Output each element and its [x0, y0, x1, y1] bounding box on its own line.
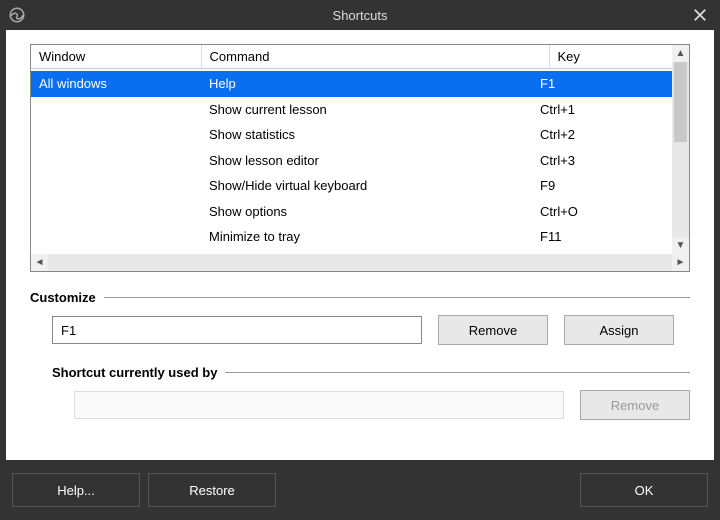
remove-used-by-button: Remove — [580, 390, 690, 420]
cell-window — [31, 224, 201, 250]
column-header-window[interactable]: Window — [31, 45, 201, 69]
cell-window — [31, 97, 201, 123]
titlebar: Shortcuts — [0, 0, 720, 30]
cell-command: Show/Hide virtual keyboard — [201, 173, 532, 199]
dialog-content: Window Command Key All windowsHelpF1Show… — [6, 30, 714, 460]
cell-key: Ctrl+1 — [532, 97, 672, 123]
cell-window — [31, 173, 201, 199]
help-button[interactable]: Help... — [12, 473, 140, 507]
used-by-label: Shortcut currently used by — [52, 365, 690, 380]
horizontal-scrollbar[interactable]: ◄ ► — [31, 254, 689, 271]
table-row[interactable]: All windowsHelpF1 — [31, 71, 689, 97]
vertical-scrollbar[interactable]: ▲ ▼ — [672, 45, 689, 254]
ok-button[interactable]: OK — [580, 473, 708, 507]
table-row[interactable]: Minimize to trayF11 — [31, 224, 689, 250]
shortcut-input[interactable] — [52, 316, 422, 344]
assign-shortcut-button[interactable]: Assign — [564, 315, 674, 345]
cell-window — [31, 122, 201, 148]
close-icon[interactable] — [690, 5, 710, 25]
column-header-key[interactable]: Key — [549, 45, 689, 69]
cell-command: Minimize to tray — [201, 224, 532, 250]
scroll-thumb[interactable] — [674, 62, 687, 142]
table-row[interactable]: Show optionsCtrl+O — [31, 199, 689, 225]
table-row[interactable]: Show/Hide virtual keyboardF9 — [31, 173, 689, 199]
cell-command: Help — [201, 71, 532, 97]
cell-window — [31, 148, 201, 174]
scroll-up-icon[interactable]: ▲ — [672, 45, 689, 62]
table-row[interactable]: Show current lessonCtrl+1 — [31, 97, 689, 123]
table-row[interactable]: Show statisticsCtrl+2 — [31, 122, 689, 148]
column-header-command[interactable]: Command — [201, 45, 549, 69]
scroll-left-icon[interactable]: ◄ — [31, 254, 48, 271]
scroll-right-icon[interactable]: ► — [672, 254, 689, 271]
cell-key: Ctrl+2 — [532, 122, 672, 148]
cell-command: Show statistics — [201, 122, 532, 148]
app-icon — [8, 6, 26, 24]
cell-key: F9 — [532, 173, 672, 199]
cell-command: Show lesson editor — [201, 148, 532, 174]
cell-key: F11 — [532, 224, 672, 250]
used-by-field — [74, 391, 564, 419]
customize-label: Customize — [30, 290, 690, 305]
cell-window: All windows — [31, 71, 201, 97]
cell-window — [31, 199, 201, 225]
restore-button[interactable]: Restore — [148, 473, 276, 507]
shortcuts-table[interactable]: Window Command Key All windowsHelpF1Show… — [30, 44, 690, 272]
button-bar: Help... Restore OK — [6, 466, 714, 514]
cell-command: Show options — [201, 199, 532, 225]
window-title: Shortcuts — [333, 8, 388, 23]
cell-key: Ctrl+3 — [532, 148, 672, 174]
scroll-down-icon[interactable]: ▼ — [672, 237, 689, 254]
cell-key: F1 — [532, 71, 672, 97]
cell-key: Ctrl+O — [532, 199, 672, 225]
cell-command: Show current lesson — [201, 97, 532, 123]
remove-shortcut-button[interactable]: Remove — [438, 315, 548, 345]
table-row[interactable]: Show lesson editorCtrl+3 — [31, 148, 689, 174]
